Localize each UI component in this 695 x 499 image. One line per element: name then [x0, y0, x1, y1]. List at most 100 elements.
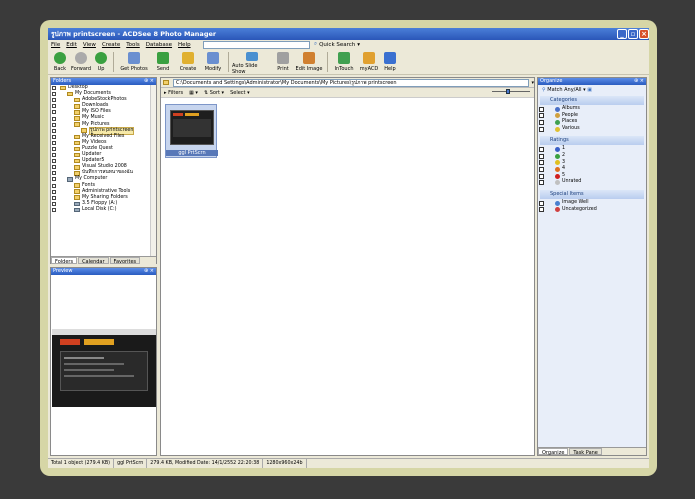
path-input[interactable]: C:\Documents and Settings\Administrator\… — [173, 78, 530, 87]
tree-checkbox[interactable] — [52, 201, 56, 206]
zoom-slider[interactable] — [492, 89, 530, 95]
toolbar-button-get-photos[interactable]: Get Photos — [117, 50, 151, 75]
chevron-down-icon[interactable]: ▾ — [531, 80, 534, 86]
tree-checkbox[interactable] — [52, 153, 56, 158]
organize-checkbox[interactable] — [539, 119, 544, 125]
organize-item[interactable]: Albums — [538, 106, 646, 113]
toolbar-button-create[interactable]: Create — [175, 50, 201, 75]
tree-checkbox[interactable] — [52, 165, 56, 170]
pin-icon[interactable]: ⊕ × — [634, 78, 644, 85]
tree-checkbox[interactable] — [52, 122, 56, 127]
tab-folders[interactable]: Folders — [51, 257, 78, 265]
tree-item[interactable]: Local Disk (C:) — [51, 207, 156, 213]
organize-item[interactable]: Various — [538, 126, 646, 133]
thumbnail-item[interactable]: ggl PrtScrn — [165, 104, 218, 158]
filter-bar: ▸ Filters ▦ ▾ ⇅ Sort ▾ Select ▾ — [161, 88, 534, 98]
menu-item-view[interactable]: View — [83, 42, 96, 48]
toolbar-button-send[interactable]: Send — [151, 50, 175, 75]
tree-checkbox[interactable] — [52, 171, 56, 176]
tree-checkbox[interactable] — [52, 104, 56, 109]
organize-item[interactable]: 4 — [538, 166, 646, 173]
tab-organize[interactable]: Organize — [538, 448, 569, 456]
menu-item-tools[interactable]: Tools — [126, 42, 140, 48]
organize-checkbox[interactable] — [539, 126, 544, 132]
rating-icon — [555, 153, 560, 159]
organize-item[interactable]: Places — [538, 119, 646, 126]
organize-item[interactable]: 1 — [538, 146, 646, 153]
tree-checkbox[interactable] — [52, 195, 56, 200]
categorie-icon — [555, 126, 560, 132]
tree-checkbox[interactable] — [52, 134, 56, 139]
organize-item[interactable]: Uncategorized — [538, 207, 646, 214]
tree-checkbox[interactable] — [52, 92, 56, 97]
menu-combo-box[interactable] — [203, 41, 310, 49]
toolbar-button-intouch[interactable]: InTouch — [331, 50, 357, 75]
tab-task-pane[interactable]: Task Pane — [569, 448, 602, 456]
pin-icon[interactable]: ⊕ × — [144, 78, 154, 85]
tree-scrollbar[interactable] — [150, 85, 156, 256]
minimize-button[interactable]: _ — [617, 29, 627, 39]
tab-calendar[interactable]: Calendar — [78, 257, 109, 265]
tree-checkbox[interactable] — [52, 110, 56, 115]
zoom-slider-knob[interactable] — [506, 89, 510, 94]
toolbar-button-edit-image[interactable]: Edit Image — [294, 50, 324, 75]
organize-checkbox[interactable] — [539, 160, 544, 166]
organize-item[interactable]: People — [538, 113, 646, 120]
organize-checkbox[interactable] — [539, 166, 544, 172]
categories-header[interactable]: Categories — [540, 96, 644, 105]
menu-item-create[interactable]: Create — [102, 42, 120, 48]
tree-checkbox[interactable] — [52, 183, 56, 188]
menu-item-database[interactable]: Database — [146, 42, 172, 48]
quick-search[interactable]: ⌕ Quick Search ▾ — [314, 41, 360, 48]
toolbar-button-up[interactable]: Up — [92, 50, 110, 75]
organize-checkbox[interactable] — [539, 207, 544, 213]
organize-item[interactable]: 3 — [538, 160, 646, 167]
organize-item[interactable]: 5 — [538, 173, 646, 180]
maximize-button[interactable]: ▫ — [628, 29, 638, 39]
tree-checkbox[interactable] — [52, 159, 56, 164]
organize-item[interactable]: 2 — [538, 153, 646, 160]
tab-favorites[interactable]: Favorites — [109, 257, 141, 265]
tree-checkbox[interactable] — [52, 128, 56, 133]
toolbar-button-print[interactable]: Print — [272, 50, 294, 75]
title-bar: รูปภาพ printscreen - ACDSee 8 Photo Mana… — [48, 28, 649, 40]
organize-checkbox[interactable] — [539, 180, 544, 186]
select-button[interactable]: Select ▾ — [230, 90, 250, 96]
folder-icon — [74, 195, 80, 200]
match-any-all[interactable]: ⚲ Match Any/All ▾ ▣ — [538, 85, 646, 95]
tree-checkbox[interactable] — [52, 189, 56, 194]
organize-checkbox[interactable] — [539, 106, 544, 112]
menu-item-file[interactable]: File — [51, 42, 60, 48]
pin-icon[interactable]: ⊕ × — [144, 268, 154, 275]
screenshot-frame: รูปภาพ printscreen - ACDSee 8 Photo Mana… — [40, 20, 657, 476]
tree-checkbox[interactable] — [52, 116, 56, 121]
tree-checkbox[interactable] — [52, 86, 56, 91]
tree-checkbox[interactable] — [52, 98, 56, 103]
organize-item[interactable]: Image Well — [538, 200, 646, 207]
menu-item-edit[interactable]: Edit — [66, 42, 77, 48]
ratings-header[interactable]: Ratings — [540, 136, 644, 146]
toolbar-button-back[interactable]: Back — [50, 50, 70, 75]
sort-button[interactable]: ⇅ Sort ▾ — [204, 90, 224, 96]
organize-checkbox[interactable] — [539, 173, 544, 179]
organize-item[interactable]: Unrated — [538, 179, 646, 186]
organize-checkbox[interactable] — [539, 200, 544, 206]
organize-checkbox[interactable] — [539, 153, 544, 159]
special-items-header[interactable]: Special Items — [540, 189, 644, 199]
tree-checkbox[interactable] — [52, 140, 56, 145]
tree-checkbox[interactable] — [52, 177, 56, 182]
organize-checkbox[interactable] — [539, 113, 544, 119]
tree-checkbox[interactable] — [52, 146, 56, 151]
menu-item-help[interactable]: Help — [178, 42, 191, 48]
organize-checkbox[interactable] — [539, 147, 544, 153]
toolbar-button-help[interactable]: Help — [381, 50, 399, 75]
toolbar-button-forward[interactable]: Forward — [70, 50, 92, 75]
filters-button[interactable]: ▸ Filters — [164, 90, 183, 96]
toolbar-button-auto-slide-show[interactable]: Auto Slide Show — [232, 50, 272, 75]
close-button[interactable]: × — [639, 29, 649, 39]
toolbar-button-myacd[interactable]: myACD — [357, 50, 381, 75]
view-mode-button[interactable]: ▦ ▾ — [189, 90, 198, 96]
toolbar-button-modify[interactable]: Modify — [201, 50, 225, 75]
tree-checkbox[interactable] — [52, 207, 56, 212]
status-field: 1280x960x24b — [263, 458, 307, 468]
